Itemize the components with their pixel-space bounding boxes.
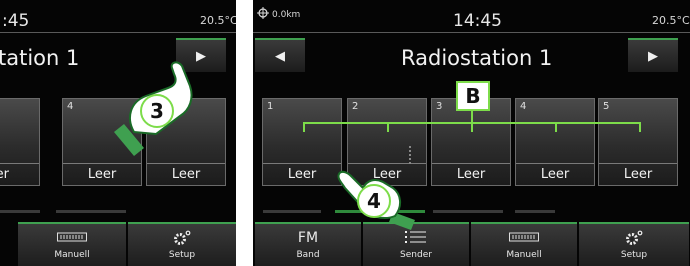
manual-label: Manuell	[506, 250, 542, 260]
bracket-tick	[387, 122, 389, 132]
manual-tuning-icon	[18, 230, 126, 248]
tile-divider	[516, 163, 594, 164]
preset-number: 2	[352, 101, 359, 112]
callout-label: B	[456, 81, 490, 111]
setup-label: Setup	[168, 250, 196, 260]
odometer-value: 0.0km	[272, 9, 301, 20]
preset-label: Leer	[540, 167, 570, 182]
manual-tuning-icon	[471, 230, 577, 248]
manual-label: Manuell	[54, 250, 90, 260]
header-divider	[0, 32, 236, 33]
temperature: 20.5°C	[652, 14, 690, 27]
page-indicator	[433, 210, 503, 213]
step-badge: 3	[140, 94, 174, 128]
preset-tile-4[interactable]: 4 Leer	[515, 98, 595, 186]
manual-button[interactable]: Manuell	[18, 222, 126, 266]
tile-divider	[432, 163, 510, 164]
left-screen: :45 20.5°C tation 1 ▶ eer 4 Leer Leer Ma…	[0, 0, 236, 266]
page-indicator	[515, 210, 555, 213]
bracket-tick	[555, 122, 557, 132]
band-value: FM	[297, 230, 319, 246]
odometer: 0.0km	[257, 7, 300, 22]
preset-label: Leer	[456, 167, 486, 182]
right-screen: 0.0km 14:45 20.5°C ◀ Radiostation 1 ▶ 1 …	[253, 0, 690, 266]
page-indicator	[0, 210, 40, 213]
station-list-label: Sender	[400, 250, 432, 260]
header-divider	[253, 32, 690, 33]
preset-label: Leer	[87, 167, 117, 182]
preset-tile-1[interactable]: 1 Leer	[262, 98, 342, 186]
play-right-icon: ▶	[648, 48, 658, 64]
list-icon	[363, 230, 469, 248]
preset-tile[interactable]: eer	[0, 98, 40, 186]
preset-number: 4	[67, 101, 74, 112]
temperature: 20.5°C	[200, 14, 236, 27]
play-left-icon: ◀	[275, 48, 285, 64]
preset-number: 4	[520, 101, 527, 112]
setup-label: Setup	[620, 250, 648, 260]
tile-divider	[263, 163, 341, 164]
preset-label: Leer	[171, 167, 201, 182]
setup-button[interactable]: Setup	[128, 222, 236, 266]
previous-station-button[interactable]: ◀	[255, 38, 305, 72]
step-badge: 4	[357, 184, 391, 218]
tile-divider	[63, 163, 141, 164]
preset-label: Leer	[287, 167, 317, 182]
station-title: tation 1	[0, 46, 80, 70]
clock: 14:45	[453, 11, 502, 31]
preset-tile-5[interactable]: 5 Leer	[598, 98, 678, 186]
location-target-icon	[257, 7, 269, 22]
page-indicator	[56, 210, 126, 213]
station-title: Radiostation 1	[401, 46, 553, 70]
preset-label: eer	[0, 167, 9, 182]
preset-number: 1	[267, 101, 274, 112]
preset-label: Leer	[623, 167, 653, 182]
preset-number: 3	[436, 101, 443, 112]
gear-icon	[579, 230, 689, 248]
tile-divider	[147, 163, 225, 164]
tile-divider	[0, 163, 39, 164]
next-station-button[interactable]: ▶	[628, 38, 678, 72]
bracket-stem	[471, 110, 473, 132]
clock: :45	[2, 11, 30, 31]
gear-icon	[128, 230, 236, 248]
preset-number: 5	[603, 101, 610, 112]
page-indicator	[263, 210, 321, 213]
setup-button[interactable]: Setup	[579, 222, 689, 266]
manual-button[interactable]: Manuell	[471, 222, 577, 266]
tile-divider	[599, 163, 677, 164]
band-label: Band	[296, 250, 320, 260]
